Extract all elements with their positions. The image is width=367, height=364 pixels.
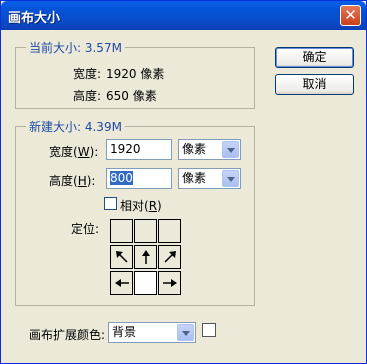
arrow-up-left-icon bbox=[115, 251, 128, 263]
canvas-size-dialog: 画布大小 ✕ 当前大小: 3.57M 宽度: 1920 像素 高度: 650 像… bbox=[0, 0, 367, 364]
arrow-right-icon bbox=[162, 279, 177, 287]
anchor-top-center[interactable] bbox=[134, 219, 157, 243]
current-height-value: 650 像素 bbox=[106, 89, 157, 103]
height-unit-select[interactable]: 像素 bbox=[178, 168, 241, 189]
dropdown-arrow-icon bbox=[222, 170, 239, 187]
anchor-label: 定位: bbox=[71, 222, 100, 236]
arrow-left-icon bbox=[114, 279, 129, 287]
relative-checkbox[interactable] bbox=[104, 197, 117, 210]
close-icon: ✕ bbox=[344, 6, 357, 24]
anchor-middle-left[interactable] bbox=[110, 245, 133, 269]
cancel-button[interactable]: 取消 bbox=[275, 74, 354, 95]
extension-color-select[interactable]: 背景 bbox=[108, 322, 196, 343]
height-input[interactable]: 800 bbox=[106, 168, 172, 189]
anchor-middle-center[interactable] bbox=[134, 245, 157, 269]
window-title: 画布大小 bbox=[8, 11, 61, 26]
extension-color-label: 画布扩展颜色: bbox=[29, 328, 106, 342]
dropdown-arrow-icon bbox=[177, 324, 194, 341]
close-button[interactable]: ✕ bbox=[340, 5, 361, 26]
current-width-label: 宽度: bbox=[73, 67, 102, 81]
anchor-bottom-left[interactable] bbox=[110, 271, 133, 295]
anchor-bottom-right[interactable] bbox=[158, 271, 181, 295]
color-swatch[interactable] bbox=[202, 323, 216, 337]
title-bar: 画布大小 ✕ bbox=[1, 1, 366, 30]
anchor-bottom-center[interactable] bbox=[134, 271, 157, 295]
anchor-top-left[interactable] bbox=[110, 219, 133, 243]
width-unit-select[interactable]: 像素 bbox=[178, 139, 241, 160]
width-input[interactable]: 1920 bbox=[106, 139, 172, 160]
relative-label: 相对(R) bbox=[120, 199, 162, 213]
arrow-up-right-icon bbox=[163, 251, 176, 263]
new-width-label: 宽度(W): bbox=[49, 145, 99, 159]
anchor-top-right[interactable] bbox=[158, 219, 181, 243]
new-height-label: 高度(H): bbox=[49, 174, 96, 188]
current-height-label: 高度: bbox=[73, 89, 102, 103]
current-width-value: 1920 像素 bbox=[106, 67, 165, 81]
new-size-heading: 新建大小: 4.39M bbox=[26, 118, 125, 135]
ok-button[interactable]: 确定 bbox=[275, 47, 354, 68]
anchor-grid bbox=[110, 219, 182, 295]
dropdown-arrow-icon bbox=[222, 141, 239, 158]
arrow-up-icon bbox=[141, 250, 150, 264]
current-size-heading: 当前大小: 3.57M bbox=[26, 39, 125, 56]
anchor-middle-right[interactable] bbox=[158, 245, 181, 269]
